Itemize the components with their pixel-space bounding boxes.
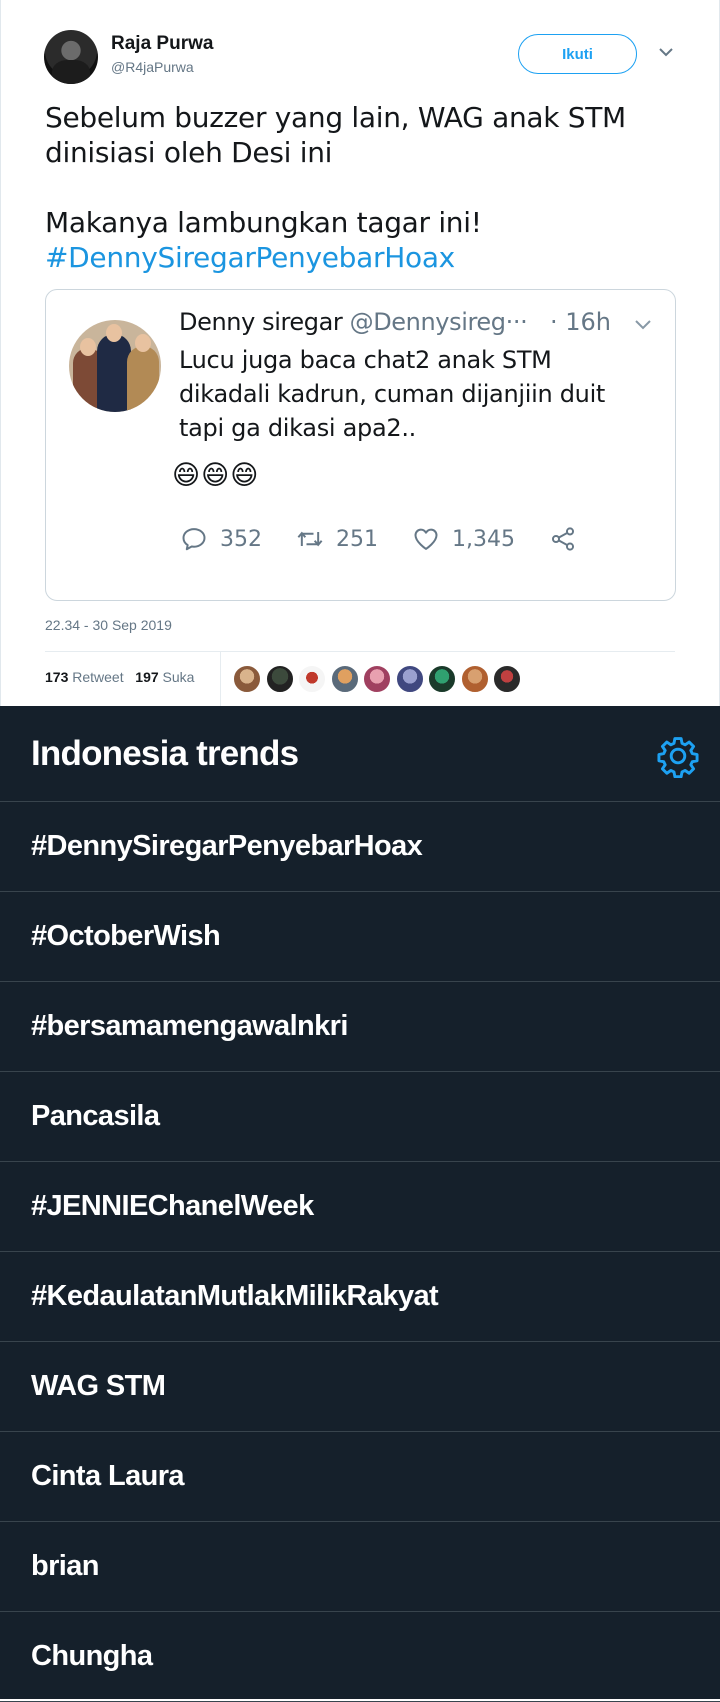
divider	[45, 651, 675, 652]
tweet-card: Raja Purwa @R4jaPurwa Ikuti Sebelum buzz…	[0, 0, 720, 706]
trend-item[interactable]: Chungha	[0, 1612, 720, 1702]
trend-item[interactable]: #OctoberWish	[0, 892, 720, 982]
like-count: 1,345	[452, 526, 515, 552]
avatar[interactable]	[363, 665, 391, 693]
trend-item[interactable]: #bersamamengawalnkri	[0, 982, 720, 1072]
reply-button[interactable]: 352	[180, 525, 262, 553]
retweet-icon	[297, 531, 323, 547]
tweet-timestamp[interactable]: 22.34 - 30 Sep 2019	[45, 617, 172, 633]
trend-item[interactable]: Pancasila	[0, 1072, 720, 1162]
heart-icon	[414, 528, 438, 550]
liker-avatars	[233, 665, 526, 693]
chevron-down-icon[interactable]	[634, 319, 652, 331]
retweet-count: 251	[336, 526, 378, 552]
author-avatar[interactable]	[44, 30, 98, 84]
trend-item[interactable]: Cinta Laura	[0, 1432, 720, 1522]
avatar[interactable]	[428, 665, 456, 693]
avatar[interactable]	[460, 665, 489, 693]
tweet-body-text: Sebelum buzzer yang lain, WAG anak STM d…	[45, 101, 626, 239]
quoted-actions: 352 251 1,345	[180, 524, 611, 554]
divider	[220, 651, 221, 706]
avatar[interactable]	[298, 665, 326, 693]
quoted-text: Lucu juga baca chat2 anak STM dikadali k…	[179, 346, 606, 442]
share-button[interactable]	[549, 525, 577, 553]
quoted-author-name[interactable]: Denny siregar	[179, 308, 343, 336]
emoji-row: 😄😄😄	[172, 460, 260, 490]
avatar[interactable]	[493, 665, 521, 693]
author-handle[interactable]: @R4jaPurwa	[111, 59, 194, 75]
like-label[interactable]: Suka	[163, 669, 195, 685]
retweet-label[interactable]: Retweet	[72, 669, 123, 685]
share-icon	[551, 527, 575, 551]
tweet-text: Sebelum buzzer yang lain, WAG anak STM d…	[45, 100, 685, 275]
trend-item[interactable]: brian	[0, 1522, 720, 1612]
author-name[interactable]: Raja Purwa	[111, 33, 213, 55]
gear-icon[interactable]	[656, 734, 700, 778]
trend-item[interactable]: WAG STM	[0, 1342, 720, 1432]
avatar[interactable]	[233, 665, 261, 693]
quoted-author-handle[interactable]: @Dennysireg···	[350, 308, 528, 336]
tweet-stats: 173 Retweet 197 Suka	[45, 669, 194, 685]
trend-item[interactable]: #KedaulatanMutlakMilikRakyat	[0, 1252, 720, 1342]
trends-title: Indonesia trends	[31, 734, 299, 773]
chevron-down-icon[interactable]	[658, 46, 674, 58]
retweet-total[interactable]: 173	[45, 669, 68, 685]
trend-list: #DennySiregarPenyebarHoax #OctoberWish #…	[0, 802, 720, 1702]
quoted-author-avatar[interactable]	[69, 320, 161, 412]
reply-count: 352	[220, 526, 262, 552]
retweet-button[interactable]: 251	[296, 525, 378, 553]
follow-button[interactable]: Ikuti	[518, 34, 637, 74]
quoted-author[interactable]: Denny siregar @Dennysireg···	[179, 308, 528, 336]
like-button[interactable]: 1,345	[412, 525, 515, 553]
avatar[interactable]	[330, 665, 359, 693]
trend-item[interactable]: #DennySiregarPenyebarHoax	[0, 802, 720, 892]
trend-item[interactable]: #JENNIEChanelWeek	[0, 1162, 720, 1252]
like-total[interactable]: 197	[135, 669, 158, 685]
avatar[interactable]	[265, 665, 294, 693]
reply-icon	[182, 528, 206, 551]
hashtag-link[interactable]: #DennySiregarPenyebarHoax	[45, 241, 455, 274]
trends-panel: Indonesia trends #DennySiregarPenyebarHo…	[0, 706, 720, 1702]
quoted-time[interactable]: · 16h	[550, 308, 611, 336]
avatar[interactable]	[395, 665, 424, 693]
quoted-tweet[interactable]: Denny siregar @Dennysireg··· · 16h Lucu …	[45, 289, 676, 601]
trends-header: Indonesia trends	[0, 706, 720, 802]
